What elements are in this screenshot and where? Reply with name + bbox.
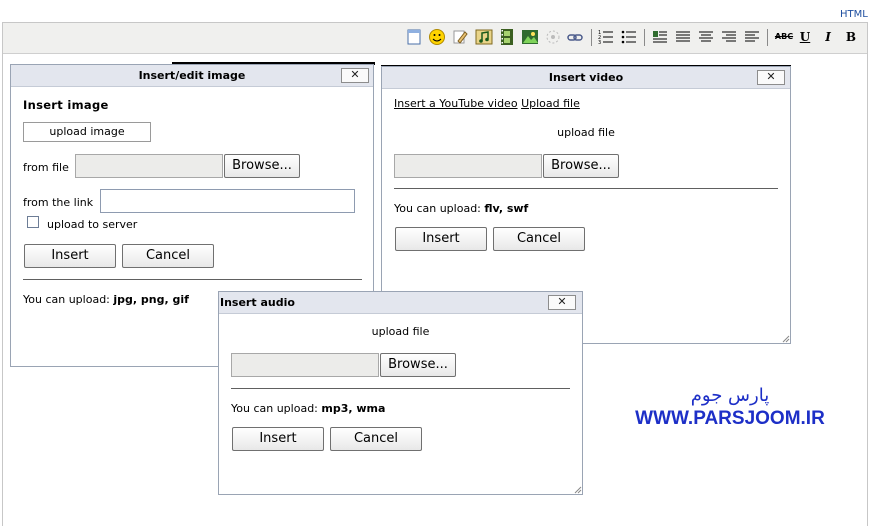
justify-full-icon[interactable] [651, 28, 669, 46]
allowed-types: mp3, wma [321, 402, 386, 415]
cancel-button[interactable]: Cancel [122, 244, 214, 268]
divider [23, 279, 362, 280]
svg-text:3: 3 [598, 40, 601, 46]
resize-grip-icon[interactable] [574, 486, 582, 494]
toolbar-separator [767, 29, 768, 46]
new-document-icon[interactable] [405, 28, 423, 46]
spellcheck-button[interactable]: ABC [773, 29, 795, 45]
note-prefix: You can upload: [23, 293, 110, 306]
insert-music-icon[interactable] [475, 28, 493, 46]
upload-to-server-checkbox[interactable] [27, 216, 39, 228]
cancel-button[interactable]: Cancel [330, 427, 422, 451]
upload-image-tab[interactable]: upload image [23, 122, 151, 142]
toolbar-separator [591, 29, 592, 46]
note-prefix: You can upload: [394, 202, 481, 215]
insert-button[interactable]: Insert [232, 427, 324, 451]
close-button[interactable]: ✕ [341, 68, 369, 83]
from-link-label: from the link [23, 196, 94, 209]
allowed-types-note: You can upload: mp3, wma [231, 402, 385, 415]
html-tab-link[interactable]: HTML [840, 9, 868, 20]
upload-file-label: upload file [557, 126, 615, 139]
bullet-list-icon[interactable] [620, 28, 638, 46]
file-path-field[interactable] [394, 154, 542, 178]
from-file-label: from file [23, 161, 69, 174]
browse-button[interactable]: Browse... [380, 353, 456, 377]
dialog-titlebar[interactable]: Insert video [382, 67, 790, 89]
close-button[interactable]: ✕ [757, 70, 785, 85]
upload-to-server-label: upload to server [47, 218, 138, 231]
insert-button[interactable]: Insert [395, 227, 487, 251]
align-left-icon[interactable] [743, 28, 761, 46]
upload-file-label: upload file [371, 325, 430, 338]
close-button[interactable]: ✕ [548, 295, 576, 310]
youtube-tab-link[interactable]: Insert a YouTube video [394, 97, 518, 110]
section-heading: Insert image [23, 98, 109, 112]
link-icon[interactable] [566, 28, 584, 46]
dialog-titlebar[interactable]: Insert audio [219, 292, 582, 314]
underline-button[interactable]: U [797, 29, 813, 45]
image-link-input[interactable] [100, 189, 355, 213]
video-tabs: Insert a YouTube video Upload file [394, 97, 580, 110]
upload-file-tab-link[interactable]: Upload file [521, 97, 580, 110]
flash-icon[interactable] [544, 28, 562, 46]
allowed-types: jpg, png, gif [113, 293, 189, 306]
browse-button[interactable]: Browse... [543, 154, 619, 178]
justify-center-icon[interactable] [697, 28, 715, 46]
insert-button[interactable]: Insert [24, 244, 116, 268]
file-path-field[interactable] [75, 154, 223, 178]
divider [394, 188, 778, 189]
cancel-button[interactable]: Cancel [493, 227, 585, 251]
dialog-title: Insert video [548, 71, 624, 84]
watermark-persian: پارس جوم [690, 385, 770, 406]
allowed-types: flv, swf [484, 202, 529, 215]
bold-button[interactable]: B [843, 29, 859, 45]
dialog-titlebar[interactable]: Insert/edit image [11, 65, 373, 87]
allowed-types-note: You can upload: jpg, png, gif [23, 293, 189, 306]
numbered-list-icon[interactable]: 123 [597, 28, 615, 46]
smiley-icon[interactable] [428, 28, 446, 46]
italic-button[interactable]: I [820, 29, 836, 45]
justify-left-icon[interactable] [674, 28, 692, 46]
watermark-url: WWW.PARSJOOM.IR [635, 408, 825, 429]
dialog-title: Insert/edit image [138, 69, 246, 82]
insert-film-icon[interactable] [498, 28, 516, 46]
browse-button[interactable]: Browse... [224, 154, 300, 178]
insert-audio-dialog: Insert audio ✕ upload file Browse... You… [218, 291, 583, 495]
edit-pencil-icon[interactable] [451, 28, 469, 46]
note-prefix: You can upload: [231, 402, 318, 415]
insert-image-icon[interactable] [521, 28, 539, 46]
toolbar-separator [644, 29, 645, 46]
divider [231, 388, 570, 389]
dialog-title: Insert audio [220, 296, 295, 309]
justify-right-icon[interactable] [720, 28, 738, 46]
resize-grip-icon[interactable] [782, 335, 790, 343]
file-path-field[interactable] [231, 353, 379, 377]
allowed-types-note: You can upload: flv, swf [394, 202, 528, 215]
